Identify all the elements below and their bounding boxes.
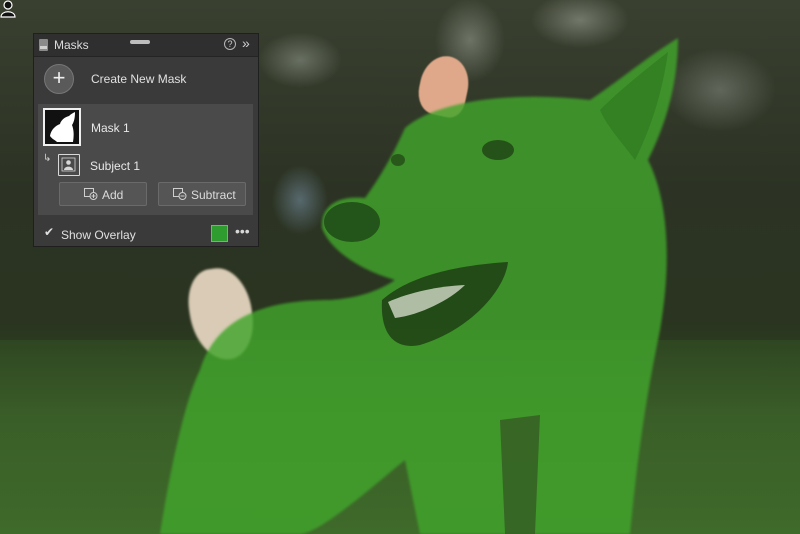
help-icon[interactable]: ? [224, 38, 236, 50]
panel-icon [39, 39, 48, 51]
overlay-color-swatch[interactable] [211, 225, 228, 242]
subject-person-icon[interactable] [58, 154, 80, 176]
mask-list-item[interactable]: Mask 1 ↳ Subject 1 Add Subtract [38, 104, 253, 215]
add-icon [84, 188, 98, 200]
mask-thumbnail[interactable] [43, 108, 81, 146]
create-new-mask-label[interactable]: Create New Mask [91, 72, 186, 86]
more-icon[interactable]: ••• [235, 223, 250, 239]
add-mask-icon[interactable]: + [44, 64, 74, 94]
mask-silhouette-icon [50, 112, 75, 142]
child-arrow-icon: ↳ [43, 153, 52, 164]
subtract-button-label: Subtract [191, 188, 236, 202]
collapse-icon[interactable]: » [242, 35, 250, 51]
dog-eye [482, 140, 514, 160]
show-overlay-checkbox[interactable]: ✔ [44, 226, 55, 238]
panel-title: Masks [54, 38, 89, 52]
create-new-mask-row[interactable]: + Create New Mask [34, 56, 258, 102]
add-button[interactable]: Add [59, 182, 147, 206]
dog-eye-far [391, 154, 405, 166]
show-overlay-label[interactable]: Show Overlay [61, 228, 136, 242]
dog-nose [324, 202, 380, 242]
show-overlay-row: ✔ Show Overlay ••• [34, 220, 258, 246]
subject-person-glyph [61, 157, 76, 172]
drag-handle[interactable] [130, 40, 150, 44]
subject-component-label[interactable]: Subject 1 [90, 159, 140, 173]
mask-name[interactable]: Mask 1 [91, 121, 130, 135]
subtract-button[interactable]: Subtract [158, 182, 246, 206]
panel-header[interactable]: Masks ? » [34, 34, 258, 57]
subject-cursor-icon [0, 0, 16, 18]
add-button-label: Add [102, 188, 124, 202]
dog-collar [500, 415, 540, 534]
subtract-icon [173, 188, 187, 200]
masks-panel: Masks ? » + Create New Mask Mask 1 ↳ Sub… [33, 33, 259, 247]
